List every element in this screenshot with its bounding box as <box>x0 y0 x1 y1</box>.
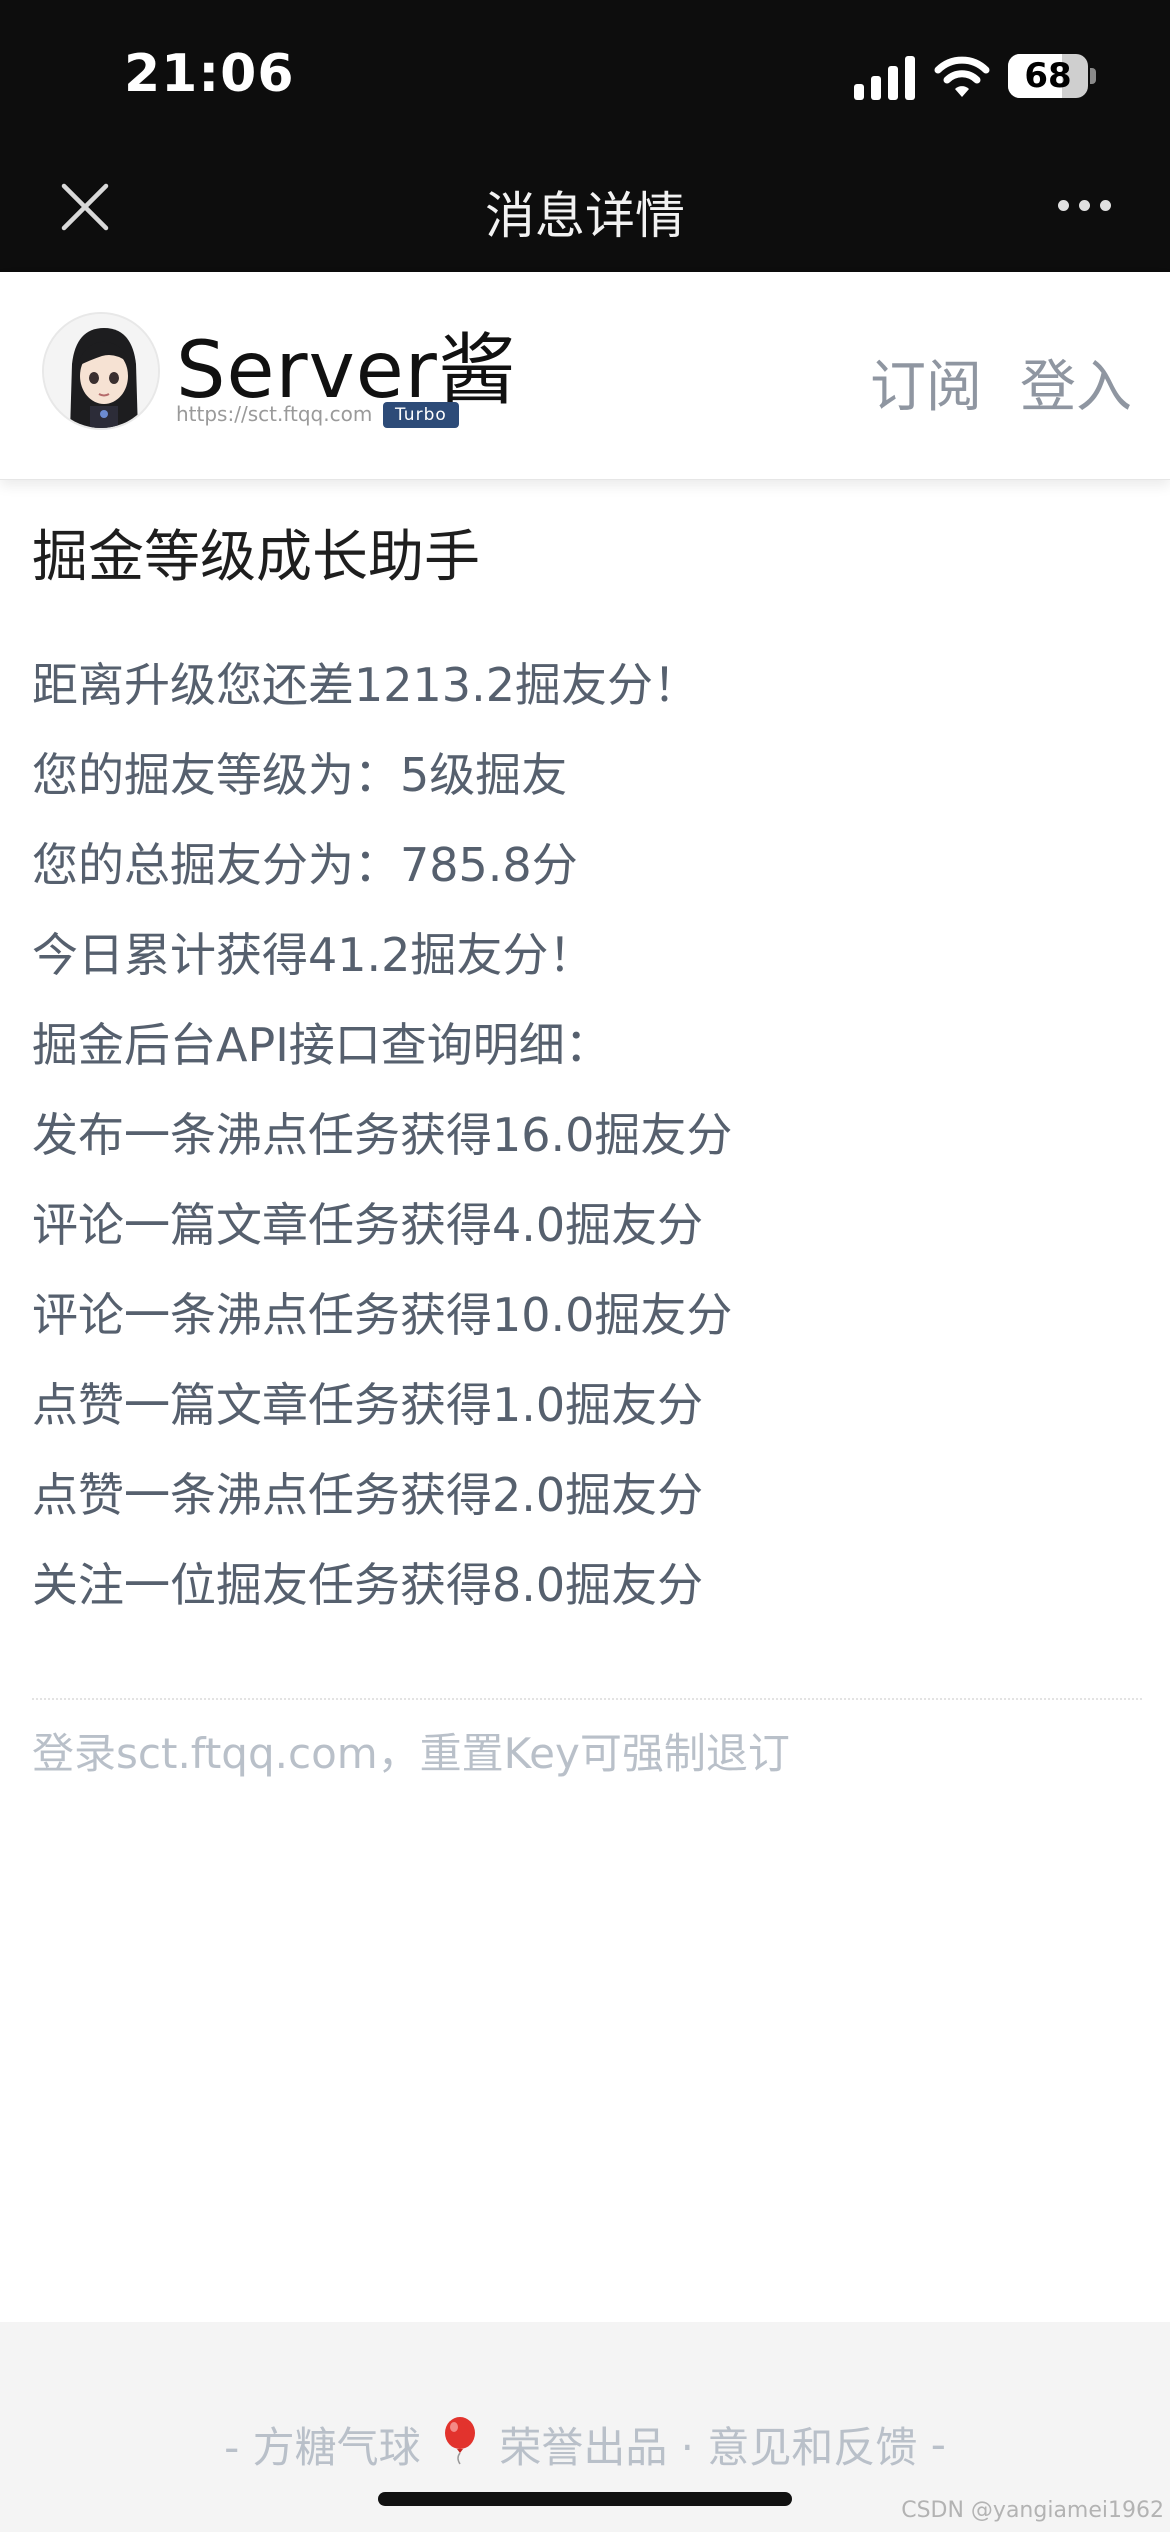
footer-text: - 方糖气球 荣誉出品 · 意见和反馈 - <box>0 2414 1170 2475</box>
footer-prefix[interactable]: - 方糖气球 <box>224 2423 421 2472</box>
anime-girl-avatar-icon <box>44 314 158 428</box>
message-line: 关注一位掘友任务获得8.0掘友分 <box>32 1558 704 1612</box>
divider <box>32 1698 1142 1700</box>
battery-level: 68 <box>1024 56 1072 96</box>
brand-url[interactable]: https://sct.ftqq.com <box>176 402 372 426</box>
message-line: 点赞一篇文章任务获得1.0掘友分 <box>32 1378 704 1432</box>
watermark: CSDN @yangiamei1962 <box>901 2498 1164 2523</box>
turbo-badge: Turbo <box>383 402 459 428</box>
unsubscribe-note[interactable]: 登录sct.ftqq.com，重置Key可强制退订 <box>32 1720 790 1781</box>
feedback-link[interactable]: 意见和反馈 <box>707 2423 917 2472</box>
site-header: Server酱 https://sct.ftqq.com Turbo 订阅 登入 <box>0 272 1170 480</box>
status-time: 21:06 <box>124 44 295 104</box>
message-line: 您的总掘友分为：785.8分 <box>32 838 578 892</box>
message-line: 距离升级您还差1213.2掘友分！ <box>32 658 699 712</box>
battery-tip <box>1090 68 1096 84</box>
message-line: 掘金后台API接口查询明细： <box>32 1018 611 1072</box>
balloon-icon <box>444 2416 475 2464</box>
wifi-icon <box>934 56 990 97</box>
more-options-icon[interactable] <box>1056 196 1114 216</box>
footer-middle: 荣誉出品 · <box>499 2423 695 2472</box>
subscribe-link[interactable]: 订阅 <box>870 342 982 423</box>
page-title: 消息详情 <box>485 187 685 245</box>
avatar[interactable] <box>42 312 160 430</box>
message-line: 评论一条沸点任务获得10.0掘友分 <box>32 1288 733 1342</box>
message-body: 距离升级您还差1213.2掘友分！ 您的掘友等级为：5级掘友 您的总掘友分为：7… <box>32 640 732 1630</box>
message-line: 发布一条沸点任务获得16.0掘友分 <box>32 1108 733 1162</box>
battery-icon: 68 <box>1008 54 1088 98</box>
message-line: 点赞一条沸点任务获得2.0掘友分 <box>32 1468 704 1522</box>
top-bar: 21:06 68 消息详情 <box>0 0 1170 272</box>
login-link[interactable]: 登入 <box>1020 342 1132 423</box>
cellular-signal-icon <box>854 56 916 100</box>
home-indicator[interactable] <box>378 2492 792 2506</box>
footer-suffix: - <box>930 2420 946 2469</box>
message-title: 掘金等级成长助手 <box>32 525 480 590</box>
message-line: 您的掘友等级为：5级掘友 <box>32 748 568 802</box>
message-line: 评论一篇文章任务获得4.0掘友分 <box>32 1198 704 1252</box>
message-line: 今日累计获得41.2掘友分！ <box>32 928 595 982</box>
